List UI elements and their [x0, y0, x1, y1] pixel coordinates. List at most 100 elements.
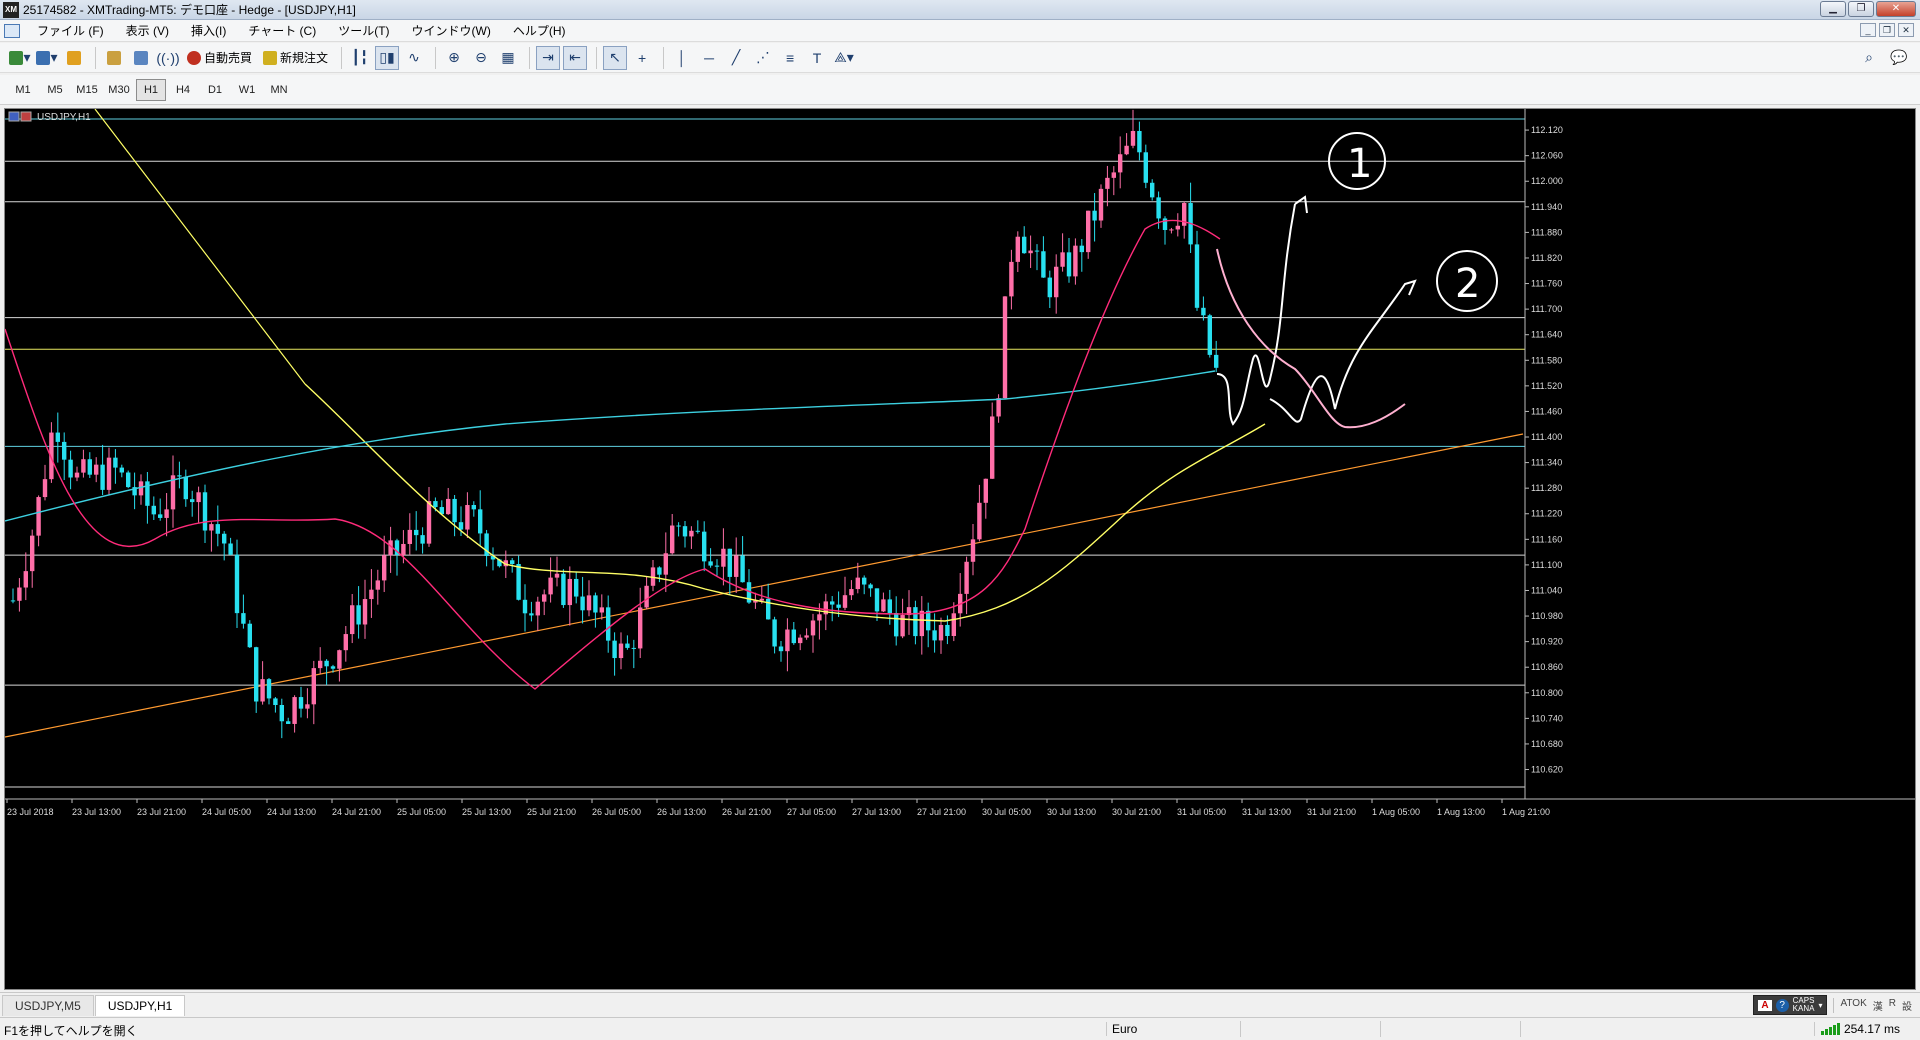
channel-icon[interactable]: ≡ [778, 46, 802, 70]
candle-body [1002, 296, 1008, 399]
text-tool-icon[interactable]: T [805, 46, 829, 70]
candle-body [855, 577, 860, 590]
tab-usdjpy-m5[interactable]: USDJPY,M5 [2, 995, 94, 1016]
shapes-dropdown-icon[interactable]: ⟁▾ [832, 46, 856, 70]
timeframe-m1[interactable]: M1 [8, 79, 38, 101]
vertical-line-icon[interactable]: │ [670, 46, 694, 70]
menu-view[interactable]: 表示 (V) [115, 22, 180, 39]
price-tick-label: 110.800 [1531, 688, 1563, 698]
timeframe-h4[interactable]: H4 [168, 79, 198, 101]
candle-body [42, 479, 48, 498]
connection-status[interactable]: 254.17 ms [1813, 1022, 1900, 1036]
candle-body [798, 637, 803, 644]
price-tick-label: 111.760 [1531, 279, 1562, 289]
chat-icon[interactable]: 💬 [1887, 46, 1911, 70]
candle-body [1137, 130, 1142, 153]
candle-body [94, 464, 99, 475]
menu-chart[interactable]: チャート (C) [237, 22, 327, 39]
candle-body [529, 613, 534, 616]
ime-mode[interactable]: A [1758, 999, 1772, 1011]
menu-insert[interactable]: 挿入(I) [180, 22, 237, 39]
menu-window[interactable]: ウインドウ(W) [401, 22, 502, 39]
mdi-minimize-button[interactable]: _ [1860, 23, 1876, 37]
ime-ji[interactable]: 漢 [1873, 998, 1883, 1013]
toolbox-icon[interactable] [102, 46, 126, 70]
close-button[interactable]: ✕ [1876, 1, 1916, 17]
candle-body [1214, 354, 1219, 368]
price-tick-label: 111.820 [1531, 253, 1562, 263]
time-tick-label: 30 Jul 21:00 [1112, 807, 1161, 817]
candle-body [919, 610, 924, 637]
auto-scroll-icon[interactable]: ⇥ [536, 45, 561, 70]
time-tick-label: 24 Jul 13:00 [267, 807, 316, 817]
tile-windows-icon[interactable]: ▦ [496, 46, 520, 70]
mdi-close-button[interactable]: ✕ [1898, 23, 1914, 37]
search-icon[interactable]: ⌕ [1857, 46, 1881, 70]
chart-shift-icon[interactable]: ⇤ [563, 45, 588, 70]
candle-body [126, 472, 131, 488]
timeframe-w1[interactable]: W1 [232, 79, 262, 101]
candle-body [836, 604, 841, 608]
ime-bar[interactable]: A ? CAPS KANA ▾ [1753, 995, 1828, 1015]
time-tick-label: 27 Jul 21:00 [917, 807, 966, 817]
chart-window-usdjpy-h1[interactable]: 112.146112.047111.952111.680111.606111.3… [4, 108, 1916, 990]
bar-chart-icon[interactable]: ┃╏ [348, 46, 372, 70]
candle-body [740, 555, 745, 583]
ime-r[interactable]: R [1889, 998, 1896, 1013]
timeframe-m15[interactable]: M15 [72, 79, 102, 101]
candle-body [938, 624, 944, 641]
candle-body [228, 543, 233, 555]
profile-name[interactable]: Euro [1106, 1022, 1137, 1036]
menu-file[interactable]: ファイル (F) [26, 22, 115, 39]
timeframe-m5[interactable]: M5 [40, 79, 70, 101]
crosshair-icon[interactable]: + [630, 46, 654, 70]
candle-body [1047, 277, 1052, 298]
new-chart-button[interactable]: ▾ [8, 46, 32, 70]
zoom-out-icon[interactable]: ⊖ [469, 46, 493, 70]
candle-body [458, 522, 464, 530]
candle-body [1118, 154, 1123, 173]
candle-body [202, 492, 208, 531]
menu-tools[interactable]: ツール(T) [327, 22, 400, 39]
ime-settings[interactable]: 設 [1902, 998, 1912, 1013]
timeframe-h1[interactable]: H1 [136, 78, 166, 101]
navigator-icon[interactable] [129, 46, 153, 70]
candle-body [471, 505, 476, 510]
ime-help-icon[interactable]: ? [1775, 998, 1789, 1012]
time-tick-label: 23 Jul 13:00 [72, 807, 121, 817]
ime-toolbar: A ? CAPS KANA ▾ ATOK 漢 R 設 [1753, 993, 1920, 1017]
price-tick-label: 111.640 [1531, 330, 1562, 340]
mdi-window-icon[interactable] [4, 23, 20, 38]
fibonacci-icon[interactable]: ⋰ [751, 46, 775, 70]
zoom-in-icon[interactable]: ⊕ [442, 46, 466, 70]
mdi-restore-button[interactable]: ❐ [1879, 23, 1895, 37]
trendline-icon[interactable]: ╱ [724, 46, 748, 70]
minimize-button[interactable]: ▁ [1820, 1, 1846, 17]
candle-body [356, 605, 361, 625]
price-chart[interactable]: 112.146112.047111.952111.680111.606111.3… [5, 109, 1915, 989]
cursor-icon[interactable]: ↖ [603, 45, 628, 70]
ime-dropdown-icon[interactable]: ▾ [1818, 1001, 1822, 1010]
auto-trading-button[interactable]: 自動売買 [183, 46, 256, 70]
mt5-app-icon[interactable]: XM [3, 1, 19, 18]
candlestick-chart-icon[interactable]: ▯▮ [375, 45, 400, 70]
timeframe-mn[interactable]: MN [264, 79, 294, 101]
maximize-button[interactable]: ❐ [1848, 1, 1874, 17]
candle-body [177, 475, 182, 477]
timeframe-m30[interactable]: M30 [104, 79, 134, 101]
new-order-button[interactable]: 新規注文 [259, 46, 332, 70]
line-chart-icon[interactable]: ∿ [402, 46, 426, 70]
candle-body [113, 457, 118, 468]
tab-usdjpy-h1[interactable]: USDJPY,H1 [94, 995, 186, 1016]
candle-body [778, 646, 784, 652]
profiles-button[interactable]: ▾ [35, 46, 59, 70]
ime-atok[interactable]: ATOK [1840, 998, 1866, 1013]
candle-body [759, 598, 764, 601]
signals-icon[interactable]: ((·)) [156, 46, 180, 70]
candle-body [695, 530, 700, 532]
menu-help[interactable]: ヘルプ(H) [502, 22, 577, 39]
market-watch-icon[interactable] [62, 46, 86, 70]
candle-body [241, 613, 246, 624]
timeframe-d1[interactable]: D1 [200, 79, 230, 101]
horizontal-line-icon[interactable]: ─ [697, 46, 721, 70]
